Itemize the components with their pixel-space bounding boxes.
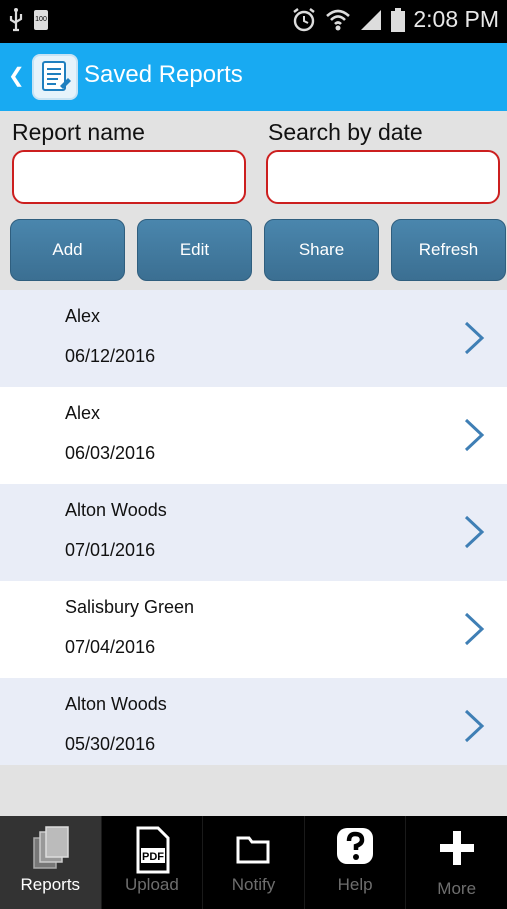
- report-row[interactable]: Alex 06/03/2016: [0, 387, 507, 484]
- report-date: 06/03/2016: [65, 443, 156, 463]
- report-date: 07/04/2016: [65, 637, 156, 657]
- help-icon: [337, 828, 374, 864]
- report-row[interactable]: Alton Woods 05/30/2016: [0, 678, 507, 775]
- tab-label: More: [437, 879, 477, 898]
- edit-button[interactable]: Edit: [137, 219, 252, 281]
- chevron-right-icon[interactable]: [463, 611, 485, 647]
- app-bar: ❮ Saved Reports: [0, 43, 507, 111]
- share-button[interactable]: Share: [264, 219, 379, 281]
- chevron-right-icon[interactable]: [463, 320, 485, 356]
- chevron-right-icon[interactable]: [463, 514, 485, 550]
- bottom-tab-bar: Reports PDF Upload Notify Help More: [0, 816, 507, 909]
- report-list: Alex 06/12/2016 Alex 06/03/2016 Alton Wo…: [0, 290, 507, 775]
- report-row[interactable]: Alton Woods 07/01/2016: [0, 484, 507, 581]
- tab-upload[interactable]: PDF Upload: [102, 816, 204, 909]
- report-date: 05/30/2016: [65, 734, 156, 754]
- add-button[interactable]: Add: [10, 219, 125, 281]
- report-app-icon[interactable]: [32, 54, 78, 100]
- tab-label: Help: [337, 875, 373, 894]
- pdf-icon: PDF: [136, 826, 170, 874]
- tab-label: Notify: [231, 875, 276, 894]
- folder-icon: [236, 836, 270, 864]
- report-row[interactable]: Salisbury Green 07/04/2016: [0, 581, 507, 678]
- report-date: 06/12/2016: [65, 346, 156, 366]
- tab-label: Upload: [124, 875, 179, 894]
- tab-reports[interactable]: Reports: [0, 816, 102, 909]
- search-form: Report name Search by date Add Edit Shar…: [0, 111, 507, 290]
- status-time: 2:08 PM: [413, 6, 499, 32]
- alarm-icon: [293, 7, 316, 31]
- battery-small-label: 100: [35, 16, 47, 23]
- plus-icon: [439, 831, 474, 865]
- back-chevron-icon[interactable]: ❮: [8, 63, 25, 88]
- report-name: Alex: [65, 403, 101, 423]
- page-title: Saved Reports: [84, 61, 243, 88]
- report-name-label: Report name: [12, 119, 145, 145]
- chevron-right-icon[interactable]: [463, 708, 485, 744]
- search-date-input[interactable]: [266, 150, 500, 204]
- search-date-label: Search by date: [268, 119, 423, 145]
- reports-icon: [33, 826, 70, 869]
- pdf-icon-text: PDF: [142, 851, 164, 863]
- report-name-input[interactable]: [12, 150, 246, 204]
- status-bar: 100 2:08 PM: [0, 0, 507, 43]
- report-date: 07/01/2016: [65, 540, 156, 560]
- signal-icon: [361, 9, 382, 30]
- usb-icon: [9, 8, 23, 32]
- report-name: Alton Woods: [65, 694, 167, 714]
- battery-small-icon: 100: [34, 10, 48, 30]
- tab-more[interactable]: More: [406, 816, 507, 909]
- tab-label: Reports: [20, 875, 81, 894]
- battery-icon: [391, 7, 406, 32]
- report-name: Salisbury Green: [65, 597, 195, 617]
- report-name: Alton Woods: [65, 500, 167, 520]
- list-footer-spacer: [0, 765, 507, 816]
- chevron-right-icon[interactable]: [463, 417, 485, 453]
- wifi-icon: [326, 9, 351, 30]
- tab-help[interactable]: Help: [305, 816, 407, 909]
- tab-notify[interactable]: Notify: [203, 816, 305, 909]
- refresh-button[interactable]: Refresh: [391, 219, 506, 281]
- report-name: Alex: [65, 306, 101, 326]
- report-row[interactable]: Alex 06/12/2016: [0, 290, 507, 387]
